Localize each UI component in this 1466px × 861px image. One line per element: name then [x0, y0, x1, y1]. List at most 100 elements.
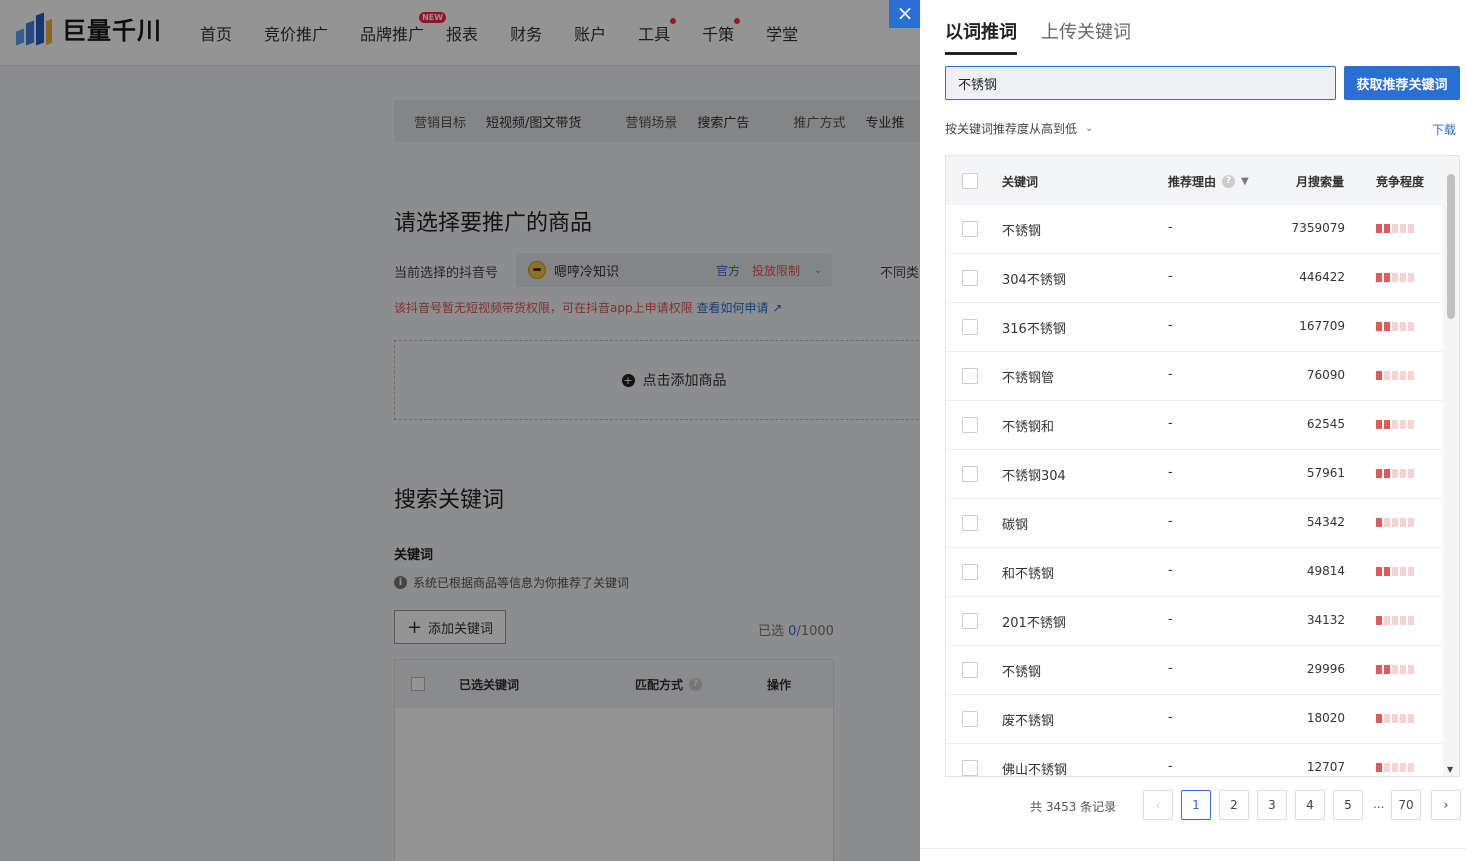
competition-bar [1384, 518, 1390, 527]
table-row[interactable]: 不锈钢 - 29996 [946, 646, 1443, 695]
row-keyword: 佛山不锈钢 [1002, 763, 1068, 777]
row-volume: 18020 [1306, 711, 1345, 725]
competition-bar [1392, 665, 1398, 674]
row-checkbox[interactable] [962, 270, 978, 286]
header-keyword: 关键词 [1002, 175, 1039, 189]
table-row[interactable]: 304不锈钢 - 446422 [946, 254, 1443, 303]
tab-word-to-word[interactable]: 以词推词 [945, 18, 1017, 55]
row-checkbox[interactable] [962, 466, 978, 482]
keyword-recommend-drawer: 以词推词 上传关键词 获取推荐关键词 按关键词推荐度从高到低 ⌄ 下载 关键词 … [920, 0, 1466, 861]
row-keyword: 不锈钢304 [1002, 469, 1066, 484]
competition-bar [1384, 616, 1390, 625]
competition-bars [1376, 371, 1416, 380]
competition-bar [1408, 714, 1414, 723]
competition-bar [1376, 714, 1382, 723]
competition-bars [1376, 469, 1416, 478]
table-row[interactable]: 不锈钢 - 7359079 [946, 205, 1443, 254]
row-volume: 34132 [1306, 613, 1345, 627]
table-row[interactable]: 不锈钢304 - 57961 [946, 450, 1443, 499]
table-row[interactable]: 201不锈钢 - 34132 [946, 597, 1443, 646]
row-checkbox[interactable] [962, 319, 978, 335]
competition-bars [1376, 420, 1416, 429]
close-drawer-button[interactable]: × [889, 0, 921, 28]
competition-bar [1400, 322, 1406, 331]
page-4[interactable]: 4 [1295, 790, 1325, 820]
row-checkbox[interactable] [962, 417, 978, 433]
competition-bars [1376, 518, 1416, 527]
competition-bars [1376, 714, 1416, 723]
row-volume: 49814 [1306, 564, 1345, 578]
seed-keyword-input[interactable] [945, 66, 1336, 100]
row-checkbox[interactable] [962, 662, 978, 678]
competition-bar [1400, 616, 1406, 625]
table-row[interactable]: 316不锈钢 - 167709 [946, 303, 1443, 352]
page-last[interactable]: 70 [1391, 790, 1421, 820]
scroll-thumb[interactable] [1447, 174, 1455, 319]
table-row[interactable]: 废不锈钢 - 18020 [946, 695, 1443, 744]
competition-bar [1400, 763, 1406, 772]
row-volume: 167709 [1299, 319, 1345, 333]
table-row[interactable]: 不锈钢管 - 76090 [946, 352, 1443, 401]
modal-overlay[interactable] [0, 0, 920, 861]
competition-bar [1376, 224, 1382, 233]
row-volume: 7359079 [1291, 221, 1345, 235]
competition-bar [1376, 567, 1382, 576]
competition-bar [1384, 763, 1390, 772]
table-scrollbar[interactable]: ▼ [1443, 156, 1459, 776]
row-checkbox[interactable] [962, 368, 978, 384]
competition-bar [1392, 371, 1398, 380]
page-5[interactable]: 5 [1333, 790, 1363, 820]
table-row[interactable]: 不锈钢和 - 62545 [946, 401, 1443, 450]
row-volume: 29996 [1306, 662, 1345, 676]
page-3[interactable]: 3 [1257, 790, 1287, 820]
header-reason: 推荐理由 ? ▼ [1168, 173, 1249, 190]
competition-bars [1376, 616, 1416, 625]
table-row[interactable]: 和不锈钢 - 49814 [946, 548, 1443, 597]
row-reason: - [1168, 367, 1173, 382]
row-checkbox[interactable] [962, 221, 978, 237]
recommend-table-body: 不锈钢 - 7359079 304不锈钢 - 446422 316不锈钢 - 167709 不锈钢… [946, 205, 1443, 777]
row-checkbox[interactable] [962, 564, 978, 580]
recommend-table: 关键词 推荐理由 ? ▼ 月搜索量 竞争程度 不锈钢 - 7359079 304不锈钢… [945, 155, 1460, 777]
prev-page-button[interactable]: ‹ [1143, 790, 1173, 820]
table-row[interactable]: 碳钢 - 54342 [946, 499, 1443, 548]
sort-dropdown[interactable]: 按关键词推荐度从高到低 ⌄ [945, 120, 1093, 137]
select-all-checkbox[interactable] [962, 173, 978, 189]
competition-bars [1376, 224, 1416, 233]
row-reason: - [1168, 710, 1173, 725]
page-2[interactable]: 2 [1219, 790, 1249, 820]
row-volume: 62545 [1306, 417, 1345, 431]
competition-bar [1384, 469, 1390, 478]
competition-bar [1384, 371, 1390, 380]
divider [920, 848, 1466, 849]
row-checkbox[interactable] [962, 760, 978, 776]
row-keyword: 不锈钢 [1002, 665, 1042, 680]
row-keyword: 不锈钢 [1002, 224, 1042, 239]
fetch-recommend-button[interactable]: 获取推荐关键词 [1344, 66, 1460, 100]
competition-bar [1408, 273, 1414, 282]
competition-bar [1392, 420, 1398, 429]
competition-bar [1392, 518, 1398, 527]
close-icon: × [896, 1, 914, 25]
row-checkbox[interactable] [962, 711, 978, 727]
competition-bar [1376, 665, 1382, 674]
header-volume[interactable]: 月搜索量 [1296, 173, 1344, 190]
page-1[interactable]: 1 [1181, 790, 1211, 820]
row-keyword: 316不锈钢 [1002, 322, 1066, 337]
competition-bar [1376, 763, 1382, 772]
table-row[interactable]: 佛山不锈钢 - 12707 [946, 744, 1443, 777]
download-link[interactable]: 下载 [1432, 121, 1456, 138]
pagination: 共 3453 条记录 ‹ 12345 ... 70 › [945, 790, 1461, 822]
competition-bar [1376, 371, 1382, 380]
scroll-down-icon[interactable]: ▼ [1447, 765, 1453, 774]
row-volume: 446422 [1299, 270, 1345, 284]
competition-bar [1408, 371, 1414, 380]
help-icon[interactable]: ? [1222, 175, 1236, 188]
row-checkbox[interactable] [962, 613, 978, 629]
competition-bar [1384, 420, 1390, 429]
next-page-button[interactable]: › [1431, 790, 1461, 820]
filter-icon[interactable]: ▼ [1241, 176, 1249, 187]
tab-upload-keywords[interactable]: 上传关键词 [1041, 18, 1131, 55]
competition-bar [1384, 714, 1390, 723]
row-checkbox[interactable] [962, 515, 978, 531]
